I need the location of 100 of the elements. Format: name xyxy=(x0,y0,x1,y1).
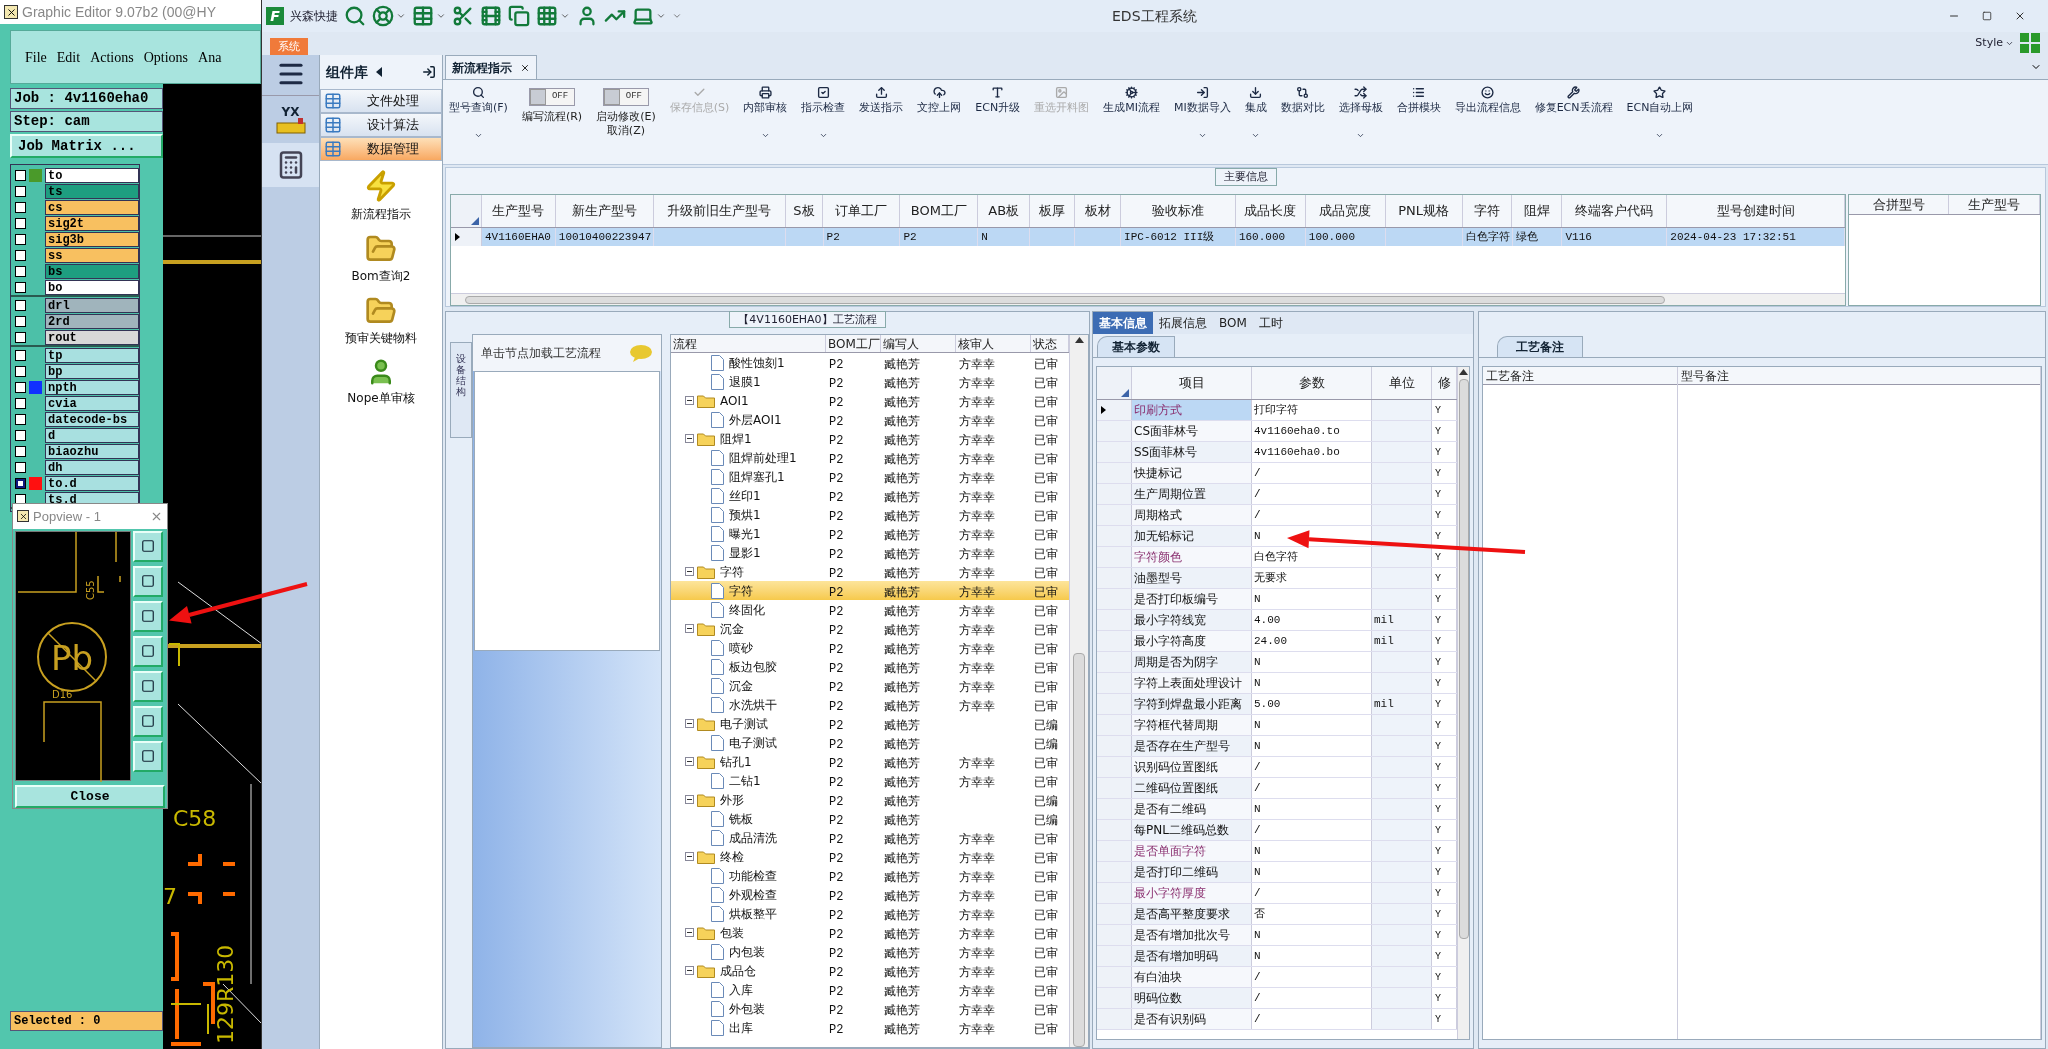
category-item[interactable]: 数据管理 xyxy=(320,137,442,161)
caret-icon[interactable] xyxy=(760,131,770,140)
scroll-up-icon[interactable] xyxy=(1459,369,1468,375)
ribbon-button[interactable]: 合拼模块 xyxy=(1396,84,1441,115)
collapse-icon[interactable] xyxy=(685,624,694,633)
caret-icon[interactable] xyxy=(560,11,570,21)
layer-name[interactable]: d xyxy=(45,427,139,443)
toggle-switch[interactable]: OFF xyxy=(602,88,649,106)
column-header[interactable]: 字符 xyxy=(1462,195,1513,227)
column-header[interactable]: 新生产型号 xyxy=(555,195,654,227)
toolbar-icon[interactable] xyxy=(372,5,394,27)
table-row[interactable]: 最小字符高度 24.00 mil Y xyxy=(1097,631,1457,652)
column-header[interactable]: 合拼型号 xyxy=(1849,195,1949,214)
close-icon[interactable] xyxy=(2014,10,2026,22)
layer-checkbox[interactable] xyxy=(15,201,26,213)
menu-item[interactable]: Actions xyxy=(90,46,134,68)
table-row[interactable]: 每PNL二维码总数 / Y xyxy=(1097,820,1457,841)
layer-checkbox[interactable] xyxy=(15,413,26,425)
table-row[interactable]: 字符到焊盘最小距离 5.00 mil Y xyxy=(1097,694,1457,715)
column-header[interactable]: 核审人 xyxy=(956,335,1031,352)
column-header[interactable]: 终端客户代码 xyxy=(1562,195,1668,227)
column-header[interactable]: 型号备注 xyxy=(1678,367,2040,385)
table-row[interactable]: 字符框代替周期 N Y xyxy=(1097,715,1457,736)
column-header[interactable]: 型号创建时间 xyxy=(1667,195,1845,227)
layer-checkbox[interactable] xyxy=(15,461,26,473)
layer-checkbox[interactable] xyxy=(15,381,26,393)
view-tool-button[interactable] xyxy=(133,635,163,667)
column-header[interactable]: BOM工厂 xyxy=(826,335,881,352)
view-tool-button[interactable] xyxy=(133,600,163,632)
layer-checkbox[interactable] xyxy=(15,315,26,327)
menu-item[interactable]: Ana xyxy=(198,46,222,68)
column-header[interactable]: 板材 xyxy=(1075,195,1122,227)
table-row[interactable]: 周期格式 / Y xyxy=(1097,505,1457,526)
table-row[interactable]: 是否存在生产型号 N Y xyxy=(1097,736,1457,757)
layer-name[interactable]: tp xyxy=(45,347,139,363)
layer-name[interactable]: cs xyxy=(45,199,139,215)
layer-name[interactable]: datecode-bs xyxy=(45,411,139,427)
collapse-icon[interactable] xyxy=(685,852,694,861)
layer-name[interactable]: ts xyxy=(45,183,139,199)
layer-name[interactable]: bp xyxy=(45,363,139,379)
column-header[interactable]: 生产型号 xyxy=(1949,195,2040,214)
column-header[interactable]: 工艺备注 xyxy=(1483,367,1677,385)
table-row[interactable]: CS面菲林号 4v1160eha0.to Y xyxy=(1097,421,1457,442)
job-matrix-button[interactable]: Job Matrix ... xyxy=(10,134,163,158)
table-row[interactable]: 是否有识别码 / Y xyxy=(1097,1009,1457,1030)
layer-name[interactable]: cvia xyxy=(45,395,139,411)
collapse-icon[interactable] xyxy=(685,757,694,766)
layer-name[interactable]: to.d xyxy=(45,475,139,491)
ribbon-button[interactable]: 指示检查 xyxy=(801,84,846,140)
layer-name[interactable]: sig2t xyxy=(45,215,139,231)
style-menu[interactable]: Style xyxy=(1975,34,2014,52)
ribbon-button[interactable]: 生成MI流程 xyxy=(1103,84,1160,115)
column-header[interactable]: PNL规格 xyxy=(1385,195,1463,227)
column-header[interactable]: 参数 xyxy=(1252,367,1372,399)
column-header[interactable]: 升级前旧生产型号 xyxy=(653,195,786,227)
layer-checkbox[interactable] xyxy=(15,349,26,361)
library-item[interactable]: 预审关键物料 xyxy=(345,295,417,347)
caret-icon[interactable] xyxy=(1655,131,1665,140)
column-header[interactable]: 单位 xyxy=(1372,367,1432,399)
tree-row[interactable]: 字符 P2 臧艳芳 方幸幸 已审 xyxy=(671,581,1069,600)
document-tab[interactable]: 新流程指示 xyxy=(445,55,537,79)
tab[interactable]: 工时 xyxy=(1252,312,1289,334)
table-row[interactable]: 最小字符线宽 4.00 mil Y xyxy=(1097,610,1457,631)
layer-checkbox[interactable] xyxy=(15,429,26,441)
vertical-tab[interactable]: 设备结构 xyxy=(450,342,472,438)
maximize-icon[interactable] xyxy=(1982,11,1992,21)
table-row[interactable]: 明码位数 / Y xyxy=(1097,988,1457,1009)
layer-name[interactable]: bo xyxy=(45,279,139,295)
column-header[interactable]: S板 xyxy=(785,195,824,227)
ribbon-button[interactable]: ECN升级 xyxy=(975,84,1021,115)
column-header[interactable]: 成品长度 xyxy=(1235,195,1306,227)
tab[interactable]: 基本信息 xyxy=(1093,312,1153,334)
category-item[interactable]: 设计算法 xyxy=(320,113,442,137)
layer-name[interactable]: rout xyxy=(45,329,139,345)
tab[interactable]: 拓展信息 xyxy=(1153,312,1213,334)
pin-icon[interactable] xyxy=(422,65,436,79)
collapse-icon[interactable] xyxy=(685,567,694,576)
menu-item[interactable]: Edit xyxy=(56,46,81,68)
menu-item[interactable]: File xyxy=(25,46,47,68)
table-row[interactable]: 加无铅标记 N Y xyxy=(1097,526,1457,547)
table-row[interactable]: 油墨型号 无要求 Y xyxy=(1097,568,1457,589)
table-row[interactable]: 快捷标记 / Y xyxy=(1097,463,1457,484)
layer-name[interactable]: npth xyxy=(45,379,139,395)
column-header[interactable]: 验收标准 xyxy=(1121,195,1236,227)
ribbon-button[interactable]: 文控上网 xyxy=(917,84,962,115)
toolbar-icon[interactable] xyxy=(632,5,654,27)
ribbon-button[interactable]: 导出流程信息 xyxy=(1454,84,1521,115)
table-row[interactable]: 字符颜色 白色字符 Y xyxy=(1097,547,1457,568)
table-row[interactable]: 是否有增加明码 N Y xyxy=(1097,946,1457,967)
layer-checkbox[interactable] xyxy=(15,233,26,245)
layer-checkbox[interactable] xyxy=(15,445,26,457)
layer-checkbox[interactable] xyxy=(15,185,26,197)
ribbon-button[interactable]: ECN自动上网 xyxy=(1626,84,1694,140)
column-header[interactable]: 编写人 xyxy=(881,335,956,352)
layer-checkbox[interactable] xyxy=(15,397,26,409)
table-row[interactable]: 4V1160EHA0 10010400223947 P2 P2 N IPC-6012 III级 160.000 100.000 白色字符 绿色 V116 2024-04-23 17:32:51 xyxy=(451,228,1845,246)
table-row[interactable]: 有白油块 / Y xyxy=(1097,967,1457,988)
table-row[interactable]: 是否打印二维码 N Y xyxy=(1097,862,1457,883)
layer-checkbox[interactable] xyxy=(15,299,26,311)
library-item[interactable]: Nope单审核 xyxy=(347,357,415,407)
